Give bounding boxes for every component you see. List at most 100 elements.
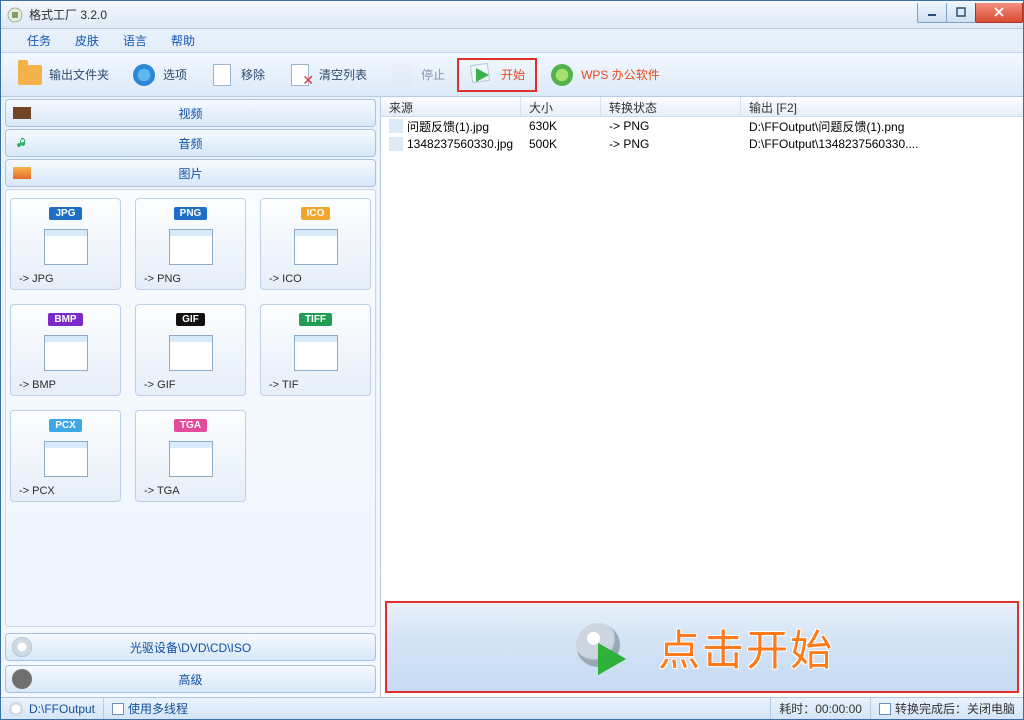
output-path-text: D:\FFOutput — [29, 702, 95, 716]
menubar: 任务 皮肤 语言 帮助 — [1, 29, 1023, 53]
window-title: 格式工厂 3.2.0 — [29, 6, 107, 23]
category-audio[interactable]: 音频 — [5, 129, 376, 157]
format-pill: ICO — [301, 207, 331, 220]
picture-icon — [12, 165, 32, 181]
wps-button[interactable]: WPS 办公软件 — [539, 58, 670, 92]
format-card-ico[interactable]: ICO -> ICO — [260, 198, 371, 290]
cell-state: -> PNG — [601, 135, 741, 153]
col-source[interactable]: 来源 — [381, 97, 521, 116]
col-output[interactable]: 输出 [F2] — [741, 97, 1023, 116]
stop-label: 停止 — [421, 66, 445, 83]
category-advanced[interactable]: 高级 — [5, 665, 376, 693]
file-icon — [389, 119, 403, 133]
status-multithread[interactable]: 使用多线程 — [103, 698, 196, 719]
window-buttons — [918, 3, 1023, 23]
maximize-button[interactable] — [946, 3, 976, 23]
format-card-tiff[interactable]: TIFF-> TIF — [260, 304, 371, 396]
format-caption: -> BMP — [19, 375, 112, 391]
options-button[interactable]: 选项 — [121, 58, 197, 92]
category-picture[interactable]: 图片 — [5, 159, 376, 187]
body: 视频 音频 图片 JPG-> JPG PNG -> PNG ICO -> ICO BMP -… — [1, 97, 1023, 697]
format-caption: -> ICO — [269, 269, 362, 285]
after-value: 关闭电脑 — [967, 700, 1015, 717]
category-disc[interactable]: 光驱设备\DVD\CD\ISO — [5, 633, 376, 661]
output-folder-button[interactable]: 输出文件夹 — [7, 58, 119, 92]
menu-lang[interactable]: 语言 — [111, 29, 159, 52]
col-size[interactable]: 大小 — [521, 97, 601, 116]
options-label: 选项 — [163, 66, 187, 83]
format-card-tga[interactable]: TGA-> TGA — [135, 410, 246, 502]
format-card-pcx[interactable]: PCX-> PCX — [10, 410, 121, 502]
left-panel: 视频 音频 图片 JPG-> JPG PNG -> PNG ICO -> ICO BMP -… — [1, 97, 381, 697]
status-output-path[interactable]: D:\FFOutput — [1, 698, 103, 719]
stop-icon — [389, 62, 415, 88]
format-pill: TIFF — [299, 313, 332, 326]
format-thumb — [144, 330, 237, 375]
cell-source: 问题反馈(1).jpg — [407, 118, 489, 135]
menu-skin[interactable]: 皮肤 — [63, 29, 111, 52]
wps-label: WPS 办公软件 — [581, 66, 660, 83]
format-pill: PNG — [174, 207, 208, 220]
after-checkbox[interactable] — [879, 703, 891, 715]
statusbar: D:\FFOutput 使用多线程 耗时： 00:00:00 转换完成后： 关闭… — [1, 697, 1023, 719]
format-pill: GIF — [176, 313, 205, 326]
app-window: 格式工厂 3.2.0 任务 皮肤 语言 帮助 输出文件夹 选项 移除 清空列表 — [0, 0, 1024, 720]
category-disc-label: 光驱设备\DVD\CD\ISO — [130, 639, 251, 656]
format-caption: -> JPG — [19, 269, 112, 285]
disc-icon — [12, 639, 32, 655]
output-folder-label: 输出文件夹 — [49, 66, 109, 83]
app-icon — [7, 7, 23, 23]
category-video-label: 视频 — [178, 105, 202, 122]
list-header: 来源 大小 转换状态 输出 [F2] — [381, 97, 1023, 117]
menu-task[interactable]: 任务 — [15, 29, 63, 52]
format-card-bmp[interactable]: BMP -> BMP — [10, 304, 121, 396]
remove-button[interactable]: 移除 — [199, 58, 275, 92]
start-label: 开始 — [501, 66, 525, 83]
cell-source: 1348237560330.jpg — [407, 137, 513, 151]
cell-output: D:\FFOutput\1348237560330.... — [741, 135, 1023, 153]
cell-state: -> PNG — [601, 117, 741, 135]
category-advanced-label: 高级 — [178, 671, 202, 688]
category-picture-label: 图片 — [178, 165, 202, 182]
start-button[interactable]: 开始 — [457, 58, 537, 92]
table-row[interactable]: 问题反馈(1).jpg630K-> PNGD:\FFOutput\问题反馈(1)… — [381, 117, 1023, 135]
toolbar: 输出文件夹 选项 移除 清空列表 停止 开始 WPS 办公软件 — [1, 53, 1023, 97]
format-thumb — [269, 224, 362, 269]
close-button[interactable] — [975, 3, 1023, 23]
minimize-button[interactable] — [917, 3, 947, 23]
format-thumb — [19, 330, 112, 375]
file-icon — [389, 137, 403, 151]
audio-icon — [12, 135, 32, 151]
right-panel: 来源 大小 转换状态 输出 [F2] 问题反馈(1).jpg630K-> PNG… — [381, 97, 1023, 697]
play-icon — [469, 62, 495, 88]
clear-list-button[interactable]: 清空列表 — [277, 58, 377, 92]
banner-play-icon — [570, 619, 640, 675]
format-pill: BMP — [48, 313, 82, 326]
doc-x-icon — [287, 62, 313, 88]
multithread-label: 使用多线程 — [128, 700, 188, 717]
format-caption: -> PNG — [144, 269, 237, 285]
titlebar: 格式工厂 3.2.0 — [1, 1, 1023, 29]
format-thumb — [19, 224, 112, 269]
multithread-checkbox[interactable] — [112, 703, 124, 715]
wps-icon — [549, 62, 575, 88]
category-video[interactable]: 视频 — [5, 99, 376, 127]
format-card-png[interactable]: PNG -> PNG — [135, 198, 246, 290]
drive-icon — [9, 702, 23, 716]
status-after[interactable]: 转换完成后： 关闭电脑 — [870, 698, 1023, 719]
advanced-icon — [12, 671, 32, 687]
elapsed-label: 耗时： — [779, 700, 815, 717]
format-caption: -> GIF — [144, 375, 237, 391]
status-elapsed: 耗时： 00:00:00 — [770, 698, 870, 719]
format-thumb — [269, 330, 362, 375]
col-state[interactable]: 转换状态 — [601, 97, 741, 116]
clear-list-label: 清空列表 — [319, 66, 367, 83]
after-label: 转换完成后： — [895, 700, 967, 717]
stop-button[interactable]: 停止 — [379, 58, 455, 92]
menu-help[interactable]: 帮助 — [159, 29, 207, 52]
format-card-jpg[interactable]: JPG-> JPG — [10, 198, 121, 290]
category-audio-label: 音频 — [178, 135, 202, 152]
table-row[interactable]: 1348237560330.jpg500K-> PNGD:\FFOutput\1… — [381, 135, 1023, 153]
format-card-gif[interactable]: GIF -> GIF — [135, 304, 246, 396]
start-banner[interactable]: 点击开始 — [385, 601, 1019, 693]
